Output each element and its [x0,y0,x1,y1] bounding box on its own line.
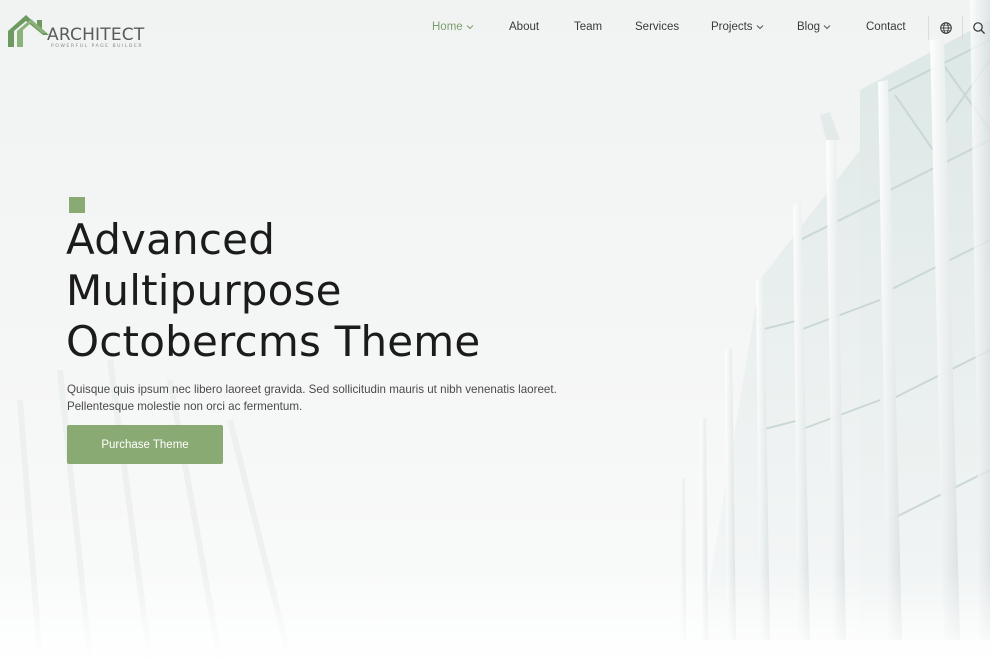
bottom-fade [0,570,990,660]
nav-item-blog[interactable]: Blog [797,21,831,33]
nav-item-label: Contact [866,21,906,33]
nav-item-about[interactable]: About [509,21,539,33]
search-icon[interactable] [972,21,986,35]
nav-divider [928,16,929,40]
globe-icon[interactable] [939,21,953,35]
nav-divider [962,16,963,40]
nav-item-label: Services [635,21,680,33]
nav-item-home[interactable]: Home [432,21,474,33]
hero-description: Quisque quis ipsum nec libero laoreet gr… [67,383,557,413]
headline-line: Octobercms Theme [66,317,481,366]
nav-item-label: Projects [711,21,753,33]
nav-item-services[interactable]: Services [635,21,679,33]
headline-line: Advanced [66,215,276,264]
accent-square [69,197,85,213]
nav-item-label: Home [432,21,463,33]
site-header: ARCHITECT POWERFUL PAGE BUILDER Home Abo… [0,0,990,58]
nav-item-label: About [509,21,540,33]
purchase-theme-button[interactable]: Purchase Theme [67,425,223,464]
chevron-down-icon [823,25,831,30]
nav-item-contact[interactable]: Contact [866,21,906,33]
nav-item-label: Team [574,21,603,33]
hero-headline: Advanced Multipurpose Octobercms Theme [66,214,626,367]
nav-item-team[interactable]: Team [574,21,602,33]
nav-item-label: Blog [797,21,821,33]
headline-line: Multipurpose [66,266,342,315]
main-nav: Home About Team Services Projects Blog C… [0,21,990,37]
chevron-down-icon [466,25,474,30]
chevron-down-icon [756,25,763,30]
nav-item-projects[interactable]: Projects [711,21,764,33]
brand-tagline: POWERFUL PAGE BUILDER [51,44,144,49]
